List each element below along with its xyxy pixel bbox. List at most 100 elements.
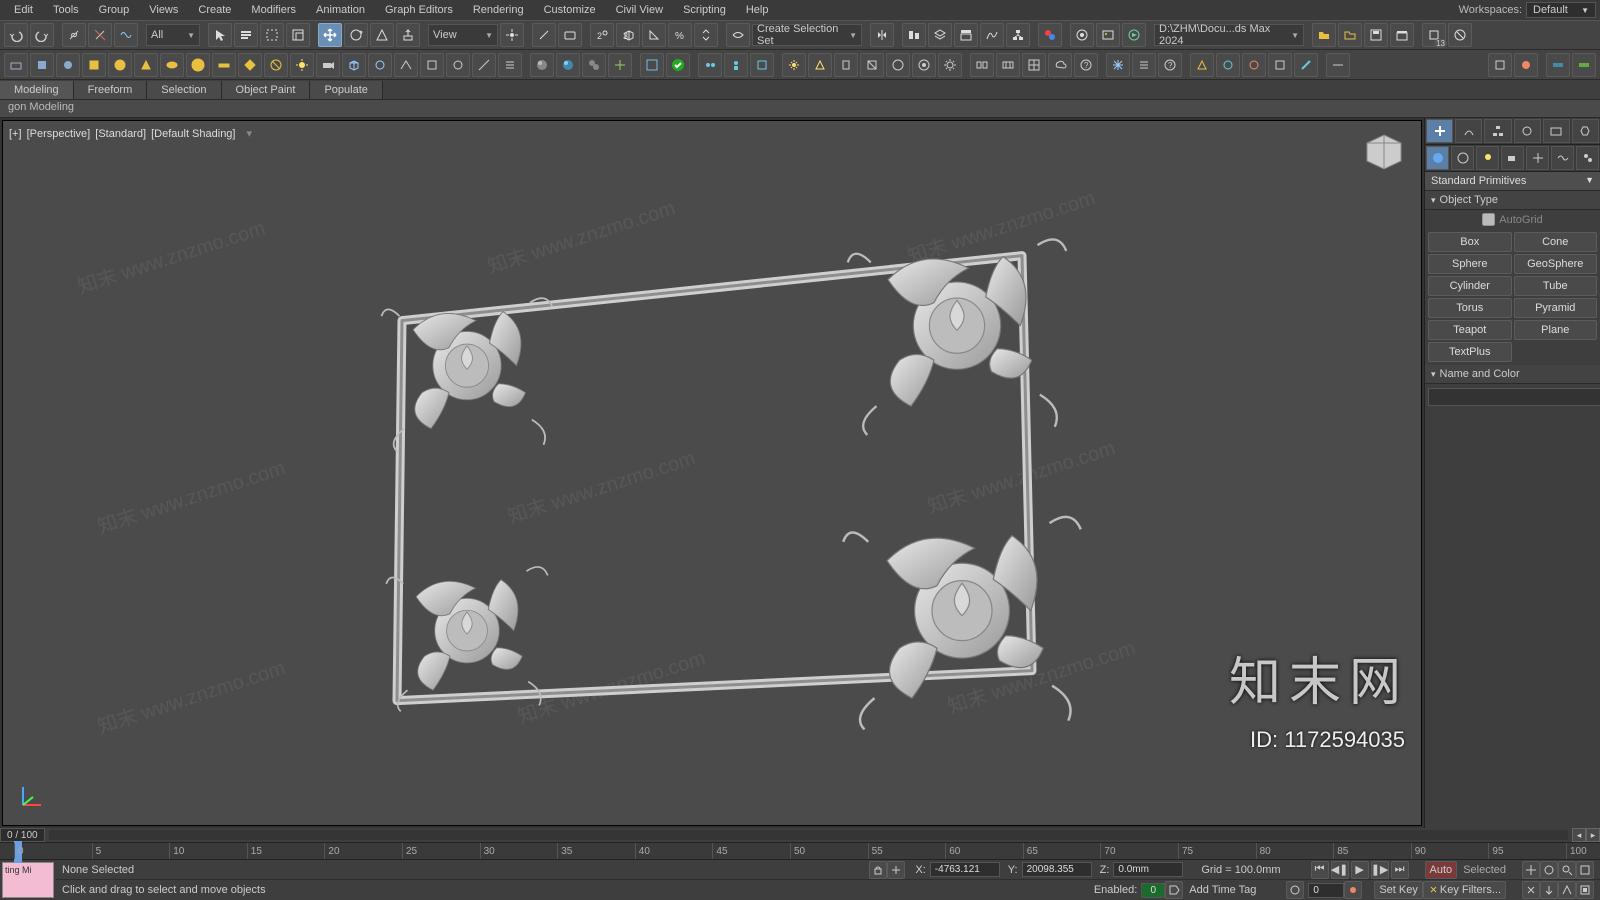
menu-group[interactable]: Group — [89, 1, 140, 19]
select-and-move-button[interactable] — [318, 23, 342, 47]
ribbon-tab-object-paint[interactable]: Object Paint — [222, 81, 311, 99]
tb2-icon[interactable] — [498, 53, 522, 77]
cmd-tab-display[interactable] — [1543, 119, 1570, 143]
tb2-icon[interactable] — [472, 53, 496, 77]
snap-3d-button[interactable]: 3 — [616, 23, 640, 47]
menu-animation[interactable]: Animation — [306, 1, 375, 19]
primitive-cone-button[interactable]: Cone — [1514, 232, 1598, 252]
nav-zoom-button[interactable] — [1558, 861, 1576, 879]
time-config-button[interactable] — [1286, 881, 1304, 899]
ribbon-tab-selection[interactable]: Selection — [147, 81, 221, 99]
goto-start-button[interactable]: ⏮ — [1311, 861, 1329, 879]
tb2-icon[interactable] — [368, 53, 392, 77]
spinner-snap-button[interactable] — [694, 23, 718, 47]
render-button[interactable] — [1122, 23, 1146, 47]
tb2-icon[interactable] — [996, 53, 1020, 77]
rollout-object-type[interactable]: ▾Object Type — [1425, 191, 1600, 210]
primitives-dropdown[interactable]: Standard Primitives▼ — [1425, 172, 1600, 191]
tb2-icon[interactable] — [640, 53, 664, 77]
ribbon-tab-freeform[interactable]: Freeform — [74, 81, 148, 99]
tb2-icon[interactable] — [1546, 53, 1570, 77]
time-slider[interactable]: 0 / 100 ◂ ▸ — [0, 828, 1600, 842]
add-time-tag[interactable]: Add Time Tag — [1189, 884, 1256, 896]
next-frame-button[interactable]: ❚▶ — [1371, 861, 1389, 879]
tb2-icon[interactable] — [1190, 53, 1214, 77]
tb2-icon[interactable] — [1488, 53, 1512, 77]
primitive-tube-button[interactable]: Tube — [1514, 276, 1598, 296]
tb2-icon[interactable] — [1326, 53, 1350, 77]
tb2-icon[interactable] — [160, 53, 184, 77]
end-isolate-button[interactable] — [1448, 23, 1472, 47]
create-shapes-icon[interactable] — [1451, 146, 1474, 170]
toggle-ribbon-button[interactable] — [954, 23, 978, 47]
view-cube[interactable] — [1361, 131, 1407, 171]
menu-graph-editors[interactable]: Graph Editors — [375, 1, 463, 19]
project-path-dropdown[interactable]: D:\ZHM\Docu...ds Max 2024▼ — [1154, 24, 1304, 46]
curve-editor-button[interactable] — [980, 23, 1004, 47]
tb2-icon[interactable] — [420, 53, 444, 77]
box-icon[interactable] — [342, 53, 366, 77]
sphere-gray-icon[interactable] — [530, 53, 554, 77]
tb2-icon[interactable] — [82, 53, 106, 77]
auto-key-button[interactable]: Auto — [1425, 861, 1458, 879]
primitive-textplus-button[interactable]: TextPlus — [1428, 342, 1512, 362]
cmd-tab-create[interactable] — [1426, 119, 1453, 143]
primitive-pyramid-button[interactable]: Pyramid — [1514, 298, 1598, 318]
x-coord-input[interactable]: -4763.121 — [930, 862, 1000, 877]
light-icon[interactable] — [290, 53, 314, 77]
slider-scroll-right[interactable]: ▸ — [1586, 828, 1600, 842]
maxscript-mini-listener[interactable]: ting Mi — [2, 862, 54, 898]
tb2-icon[interactable] — [886, 53, 910, 77]
open-recent-button[interactable] — [1312, 23, 1336, 47]
tb2-icon[interactable] — [750, 53, 774, 77]
select-manipulate-button[interactable] — [532, 23, 556, 47]
nav-pan-view-button[interactable] — [1522, 881, 1540, 899]
tb2-icon[interactable] — [238, 53, 262, 77]
tb2-icon[interactable] — [4, 53, 28, 77]
create-cameras-icon[interactable] — [1501, 146, 1524, 170]
light-omni-icon[interactable] — [782, 53, 806, 77]
play-button[interactable]: ▶ — [1351, 861, 1369, 879]
object-name-input[interactable] — [1428, 388, 1600, 406]
y-coord-input[interactable]: 20098.355 — [1022, 862, 1092, 877]
tb2-icon[interactable] — [1294, 53, 1318, 77]
select-and-scale-button[interactable] — [370, 23, 394, 47]
ribbon-tab-modeling[interactable]: Modeling — [0, 81, 74, 99]
material-editor-button[interactable] — [1038, 23, 1062, 47]
viewport-view-label[interactable]: [Perspective] — [27, 128, 91, 140]
tb2-icon[interactable] — [1242, 53, 1266, 77]
viewport-shading-label[interactable]: [Default Shading] — [151, 128, 235, 140]
menu-customize[interactable]: Customize — [534, 1, 606, 19]
viewport-menu-icon[interactable]: [+] — [9, 128, 22, 140]
nav-zoom-extents-button[interactable] — [1576, 861, 1594, 879]
rendered-frame-button[interactable] — [1096, 23, 1120, 47]
tb2-icon[interactable] — [608, 53, 632, 77]
nav-orbit-button[interactable] — [1540, 861, 1558, 879]
set-key-button[interactable]: Set Key — [1374, 881, 1423, 899]
tb2-icon[interactable] — [1022, 53, 1046, 77]
mirror-button[interactable] — [870, 23, 894, 47]
tb2-icon[interactable] — [912, 53, 936, 77]
enabled-value[interactable]: 0 — [1141, 883, 1165, 898]
tb2-icon[interactable] — [582, 53, 606, 77]
menu-create[interactable]: Create — [188, 1, 241, 19]
primitive-box-button[interactable]: Box — [1428, 232, 1512, 252]
menu-modifiers[interactable]: Modifiers — [241, 1, 306, 19]
help2-icon[interactable]: ? — [1158, 53, 1182, 77]
current-time-input[interactable]: 0 — [1308, 883, 1344, 898]
reference-coord-dropdown[interactable]: View▼ — [428, 24, 498, 46]
schematic-view-button[interactable] — [1006, 23, 1030, 47]
redo-button[interactable] — [30, 23, 54, 47]
goto-end-button[interactable]: ⏭ — [1391, 861, 1409, 879]
cmd-tab-utilities[interactable] — [1572, 119, 1599, 143]
use-pivot-center-button[interactable] — [500, 23, 524, 47]
key-filters-button[interactable]: Key Filters... — [1423, 881, 1506, 899]
tb2-icon[interactable] — [134, 53, 158, 77]
selection-filter-dropdown[interactable]: All▼ — [146, 24, 200, 46]
save-button[interactable] — [1364, 23, 1388, 47]
list-icon[interactable] — [1132, 53, 1156, 77]
tb2-icon[interactable] — [834, 53, 858, 77]
tb2-icon[interactable] — [1216, 53, 1240, 77]
create-geometry-icon[interactable] — [1426, 146, 1449, 170]
autogrid-checkbox[interactable]: AutoGrid — [1425, 210, 1600, 229]
